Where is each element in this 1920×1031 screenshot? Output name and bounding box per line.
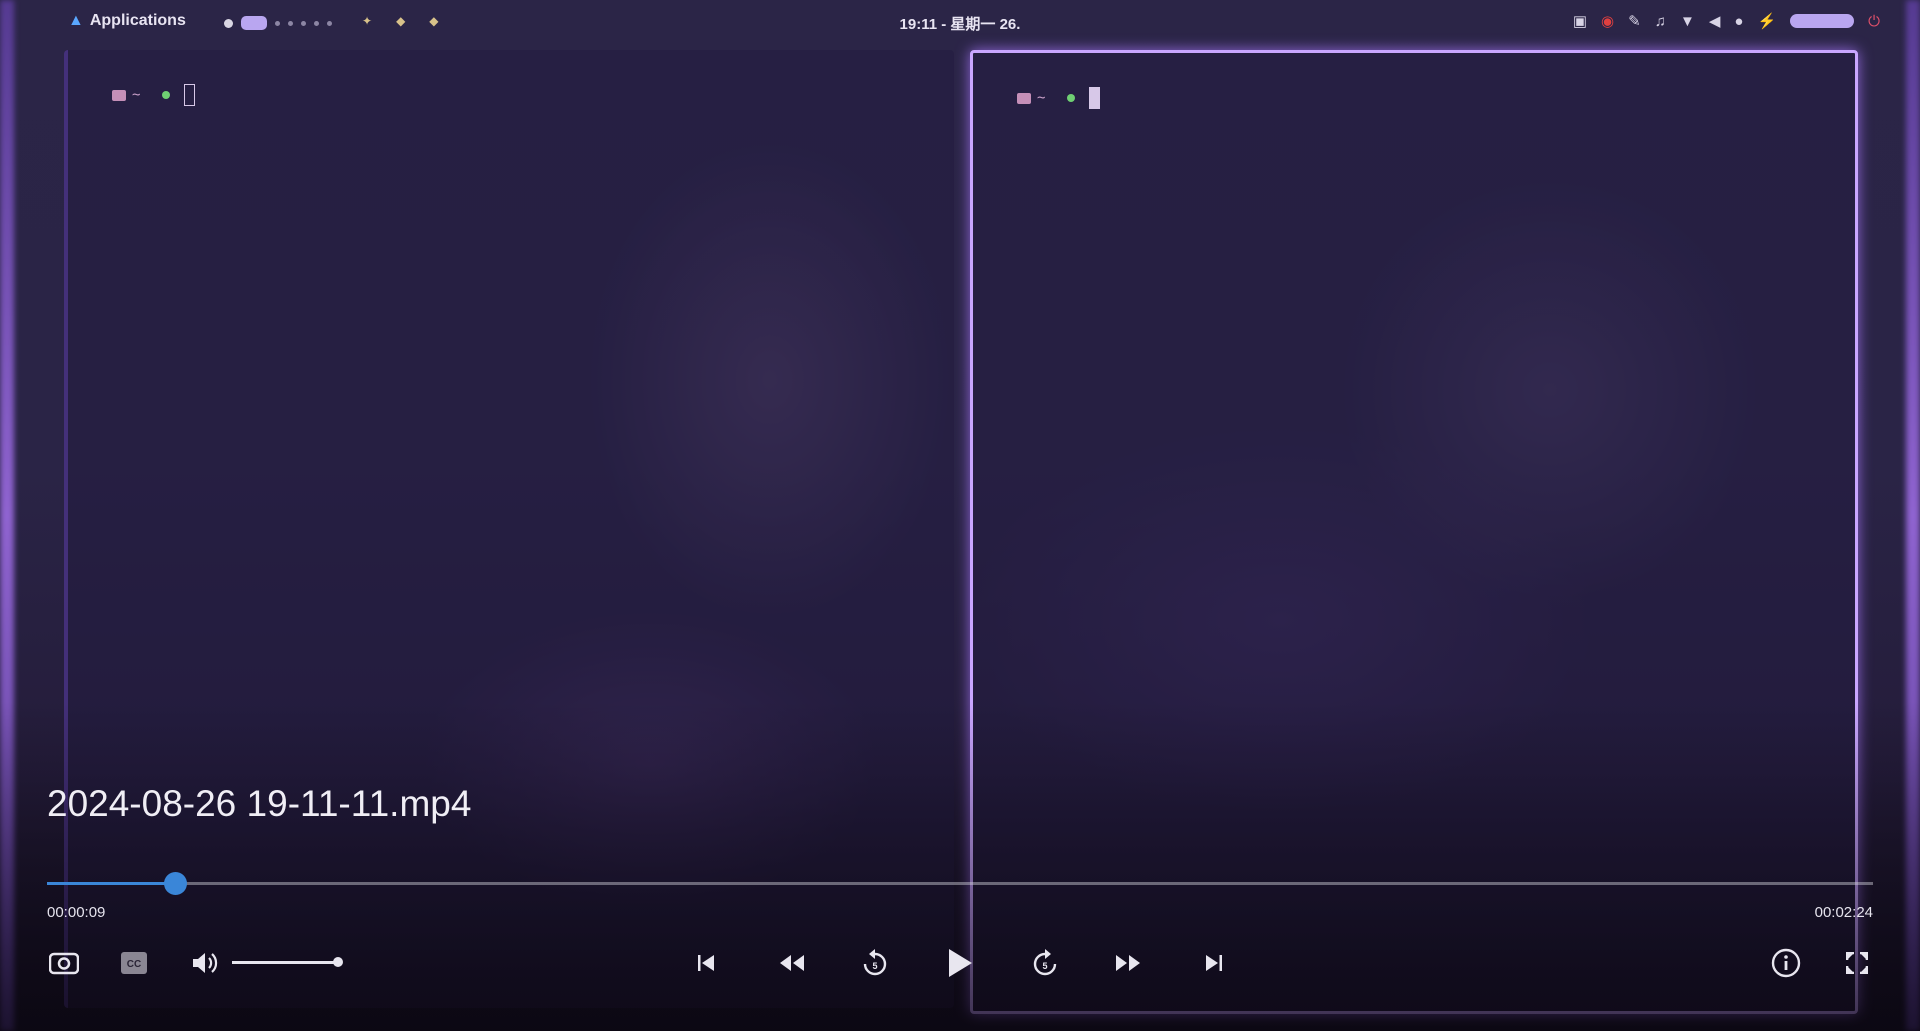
info-button[interactable] bbox=[1770, 945, 1802, 981]
svg-text:CC: CC bbox=[127, 959, 141, 970]
rewind-button[interactable] bbox=[776, 945, 808, 981]
seek-bar-progress bbox=[47, 882, 175, 885]
prompt-path: ~ bbox=[1037, 90, 1046, 106]
seek-handle[interactable] bbox=[163, 872, 187, 895]
system-tray: ▣ ◉ ✎ ♫ ▼ ◀ ● ⚡ ⏻ bbox=[1573, 12, 1880, 31]
volume-icon bbox=[193, 953, 218, 973]
next-button[interactable] bbox=[1200, 945, 1228, 981]
svg-text:5: 5 bbox=[872, 961, 877, 971]
folder-icon bbox=[1017, 92, 1031, 104]
skip-next-icon bbox=[1206, 955, 1222, 971]
charging-icon: ⚡ bbox=[1757, 13, 1777, 30]
screen-record-icon[interactable]: ◉ bbox=[1601, 12, 1614, 30]
desktop-background: ▲ Applications ✦ ◆ ◆ 19:11 - 星期一 26. ▣ ◉… bbox=[0, 0, 1920, 1031]
battery-indicator[interactable] bbox=[1790, 14, 1855, 28]
duration: 00:02:24 bbox=[1814, 904, 1873, 921]
fast-forward-button[interactable] bbox=[1112, 945, 1144, 981]
wifi-icon[interactable]: ▼ bbox=[1680, 13, 1695, 30]
current-time: 00:00:09 bbox=[47, 904, 106, 921]
text-cursor bbox=[184, 84, 196, 106]
power-icon[interactable]: ⏻ bbox=[1868, 13, 1880, 30]
play-icon bbox=[949, 949, 972, 977]
shell-prompt: ~ bbox=[112, 84, 196, 106]
rewind-icon bbox=[780, 955, 804, 971]
keyboard-layout-icon[interactable]: ▣ bbox=[1573, 12, 1587, 30]
status-dot bbox=[162, 91, 171, 99]
color-picker-icon[interactable]: ✎ bbox=[1628, 12, 1641, 30]
cc-icon: CC bbox=[121, 952, 147, 974]
shell-prompt: ~ bbox=[1017, 87, 1101, 109]
top-panel: ▲ Applications ✦ ◆ ◆ 19:11 - 星期一 26. ▣ ◉… bbox=[12, 4, 1908, 40]
replay-5-button[interactable]: 5 bbox=[860, 945, 890, 981]
prompt-path: ~ bbox=[132, 87, 141, 103]
screenshot-button[interactable] bbox=[48, 945, 80, 981]
text-cursor bbox=[1089, 87, 1101, 109]
fullscreen-button[interactable] bbox=[1842, 945, 1872, 981]
seek-bar[interactable] bbox=[47, 872, 1873, 895]
volume-icon[interactable]: ◀ bbox=[1709, 12, 1721, 30]
forward-5-button[interactable]: 5 bbox=[1030, 945, 1060, 981]
status-dot bbox=[1067, 94, 1076, 102]
folder-icon bbox=[112, 89, 126, 101]
volume-slider-handle[interactable] bbox=[333, 957, 343, 967]
skip-previous-icon bbox=[698, 955, 714, 971]
video-title: 2024-08-26 19-11-11.mp4 bbox=[47, 783, 472, 824]
play-button[interactable] bbox=[944, 945, 976, 981]
mute-button[interactable] bbox=[190, 945, 220, 981]
volume-slider[interactable] bbox=[232, 957, 343, 967]
forward-5-icon: 5 bbox=[1033, 949, 1057, 976]
previous-button[interactable] bbox=[692, 945, 720, 981]
replay-5-icon: 5 bbox=[863, 949, 887, 976]
player-overlay-shade bbox=[0, 701, 1920, 1031]
fast-forward-icon bbox=[1116, 955, 1140, 971]
svg-text:5: 5 bbox=[1042, 961, 1047, 971]
fullscreen-icon bbox=[1846, 952, 1868, 974]
screenshot-icon bbox=[49, 952, 79, 975]
microphone-icon[interactable]: ● bbox=[1734, 13, 1743, 30]
subtitles-button[interactable]: CC bbox=[120, 945, 148, 981]
headphones-icon[interactable]: ♫ bbox=[1655, 13, 1666, 30]
info-icon bbox=[1771, 948, 1801, 978]
